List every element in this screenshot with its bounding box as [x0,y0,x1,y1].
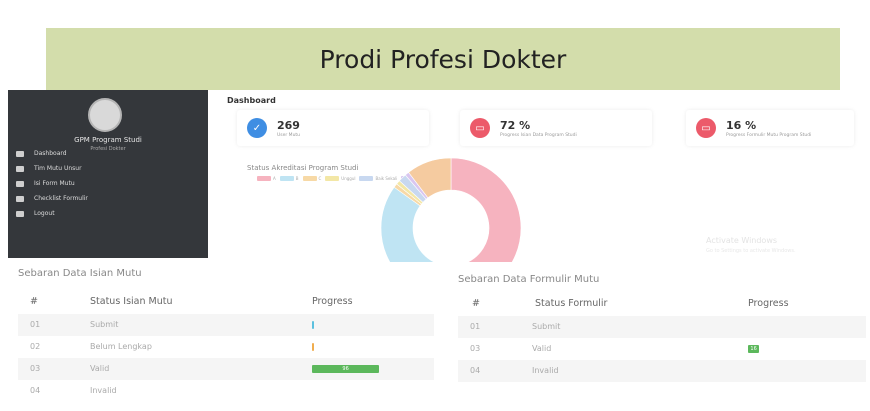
progress-bar [312,343,314,351]
dashboard-icon [16,150,24,157]
isian-header-status: Status Isian Mutu [90,296,173,307]
row-number: 04 [30,386,41,395]
progress-bar: 96 [312,365,380,373]
watermark-title: Activate Windows [706,236,778,245]
formulir-section-title: Sebaran Data Formulir Mutu [458,274,600,285]
sidebar: GPM Program Studi Profesi Dokter Dashboa… [8,90,208,258]
checklist-icon [16,195,24,202]
table-row: 03 Valid 96 [18,358,434,380]
table-row: 03 Valid 16 [458,338,866,360]
stat-value: 269 [277,118,300,132]
row-number: 03 [470,344,481,353]
dashboard-heading: Dashboard [227,96,276,105]
progress-bar: 16 [748,345,760,353]
sidebar-item-label: Logout [34,210,55,217]
formulir-header-no: # [472,298,480,309]
stat-value: 16 % [726,118,757,132]
row-status: Invalid [90,386,117,395]
sidebar-user-name: GPM Program Studi [74,136,142,144]
stat-value: 72 % [500,118,531,132]
sidebar-item-isi-form[interactable]: Isi Form Mutu [16,180,75,187]
sidebar-item-label: Tim Mutu Unsur [34,165,82,172]
isian-header-no: # [30,296,38,307]
row-number: 04 [470,366,481,375]
stat-card-isian: ▭ 72 % Progress Isian Data Program Studi [460,110,652,146]
table-row: 04 Invalid [18,380,434,402]
row-status: Submit [532,322,561,331]
row-status: Belum Lengkap [90,342,152,351]
row-number: 01 [470,322,481,331]
row-status: Invalid [532,366,559,375]
formulir-header-progress: Progress [748,298,789,309]
sidebar-item-label: Isi Form Mutu [34,180,75,187]
table-row: 01 Submit [18,314,434,336]
form-icon [16,180,24,187]
row-status: Submit [90,320,119,329]
card-icon: ▭ [696,118,716,138]
check-icon: ✓ [247,118,267,138]
sidebar-item-dashboard[interactable]: Dashboard [16,150,67,157]
row-status: Valid [532,344,552,353]
sidebar-item-label: Checklist Formulir [34,195,88,202]
row-number: 01 [30,320,41,329]
table-row: 04 Invalid [458,360,866,382]
stat-label: Progress Formulir Mutu Program Studi [726,132,812,138]
page-banner: Prodi Profesi Dokter [46,28,840,90]
isian-header-progress: Progress [312,296,353,307]
sidebar-item-tim-mutu[interactable]: Tim Mutu Unsur [16,165,82,172]
formulir-header-status: Status Formulir [535,298,608,309]
avatar[interactable] [88,98,122,132]
donut-chart [380,158,522,262]
akreditasi-chart: Status Akreditasi Program Studi A B C Unggu… [237,158,653,262]
page-title: Prodi Profesi Dokter [319,44,567,74]
row-status: Valid [90,364,110,373]
sidebar-item-checklist[interactable]: Checklist Formulir [16,195,88,202]
sidebar-item-logout[interactable]: Logout [16,210,55,217]
row-number: 03 [30,364,41,373]
logout-icon [16,210,24,217]
donut-slice[interactable] [450,158,522,262]
users-icon [16,165,24,172]
stat-card-users: ✓ 269 User Mutu [237,110,429,146]
table-row: 01 Submit [458,316,866,338]
row-number: 02 [30,342,41,351]
card-icon: ▭ [470,118,490,138]
watermark-subtitle: Go to Settings to activate Windows. [706,248,796,254]
stat-label: User Mutu [277,132,301,138]
stat-card-formulir: ▭ 16 % Progress Formulir Mutu Program St… [686,110,854,146]
progress-bar [312,321,314,329]
stat-label: Progress Isian Data Program Studi [500,132,577,138]
isian-section-title: Sebaran Data Isian Mutu [18,268,142,279]
sidebar-item-label: Dashboard [34,150,67,157]
table-row: 02 Belum Lengkap [18,336,434,358]
